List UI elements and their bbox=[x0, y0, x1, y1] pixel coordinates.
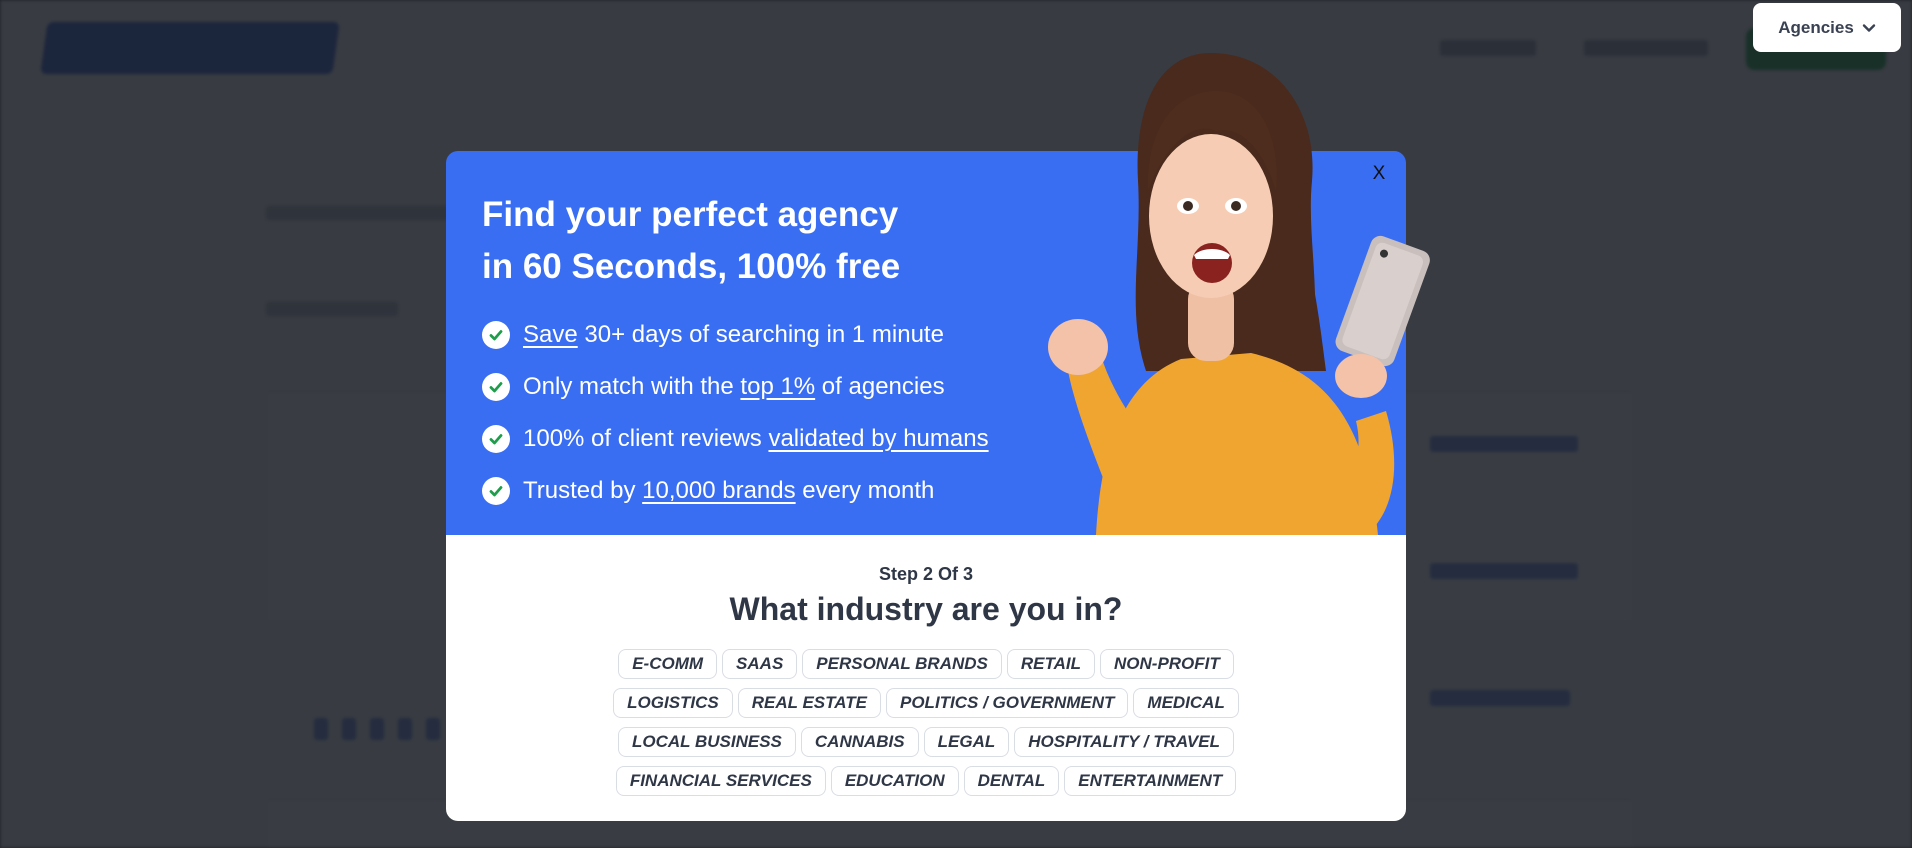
industry-option-real-estate[interactable]: REAL ESTATE bbox=[737, 688, 881, 718]
headline-line-1: Find your perfect agency bbox=[482, 195, 899, 234]
industry-option-non-profit[interactable]: NON-PROFIT bbox=[1100, 649, 1234, 679]
question-title: What industry are you in? bbox=[729, 591, 1123, 627]
industry-option-medical[interactable]: MEDICAL bbox=[1133, 688, 1239, 718]
industry-option-politics-government[interactable]: POLITICS / GOVERNMENT bbox=[886, 688, 1129, 718]
feature-item: 100% of client reviews validated by huma… bbox=[482, 413, 989, 465]
industry-option-education[interactable]: EDUCATION bbox=[830, 766, 959, 796]
industry-option-e-comm[interactable]: E-COMM bbox=[618, 649, 718, 679]
feature-item: Trusted by 10,000 brands every month bbox=[482, 465, 989, 517]
industry-option-cannabis[interactable]: CANNABIS bbox=[800, 727, 919, 757]
industry-option-legal[interactable]: LEGAL bbox=[923, 727, 1010, 757]
feature-text: Trusted by 10,000 brands every month bbox=[523, 477, 935, 504]
check-circle-icon bbox=[482, 477, 510, 505]
industry-option-hospitality-travel[interactable]: HOSPITALITY / TRAVEL bbox=[1014, 727, 1234, 757]
industry-option-logistics[interactable]: LOGISTICS bbox=[613, 688, 733, 718]
feature-text: 100% of client reviews validated by huma… bbox=[523, 425, 989, 452]
modal-hero: Find your perfect agency in 60 Seconds, … bbox=[446, 151, 1406, 535]
industry-options: E-COMM SAAS PERSONAL BRANDS RETAIL NON-P… bbox=[586, 649, 1266, 796]
agency-match-modal: Find your perfect agency in 60 Seconds, … bbox=[446, 53, 1430, 821]
step-indicator: Step 2 Of 3 bbox=[878, 564, 974, 584]
check-circle-icon bbox=[482, 373, 510, 401]
industry-option-financial-services[interactable]: FINANCIAL SERVICES bbox=[615, 766, 826, 796]
industry-row: FINANCIAL SERVICES EDUCATION DENTAL ENTE… bbox=[615, 766, 1237, 796]
industry-option-entertainment[interactable]: ENTERTAINMENT bbox=[1064, 766, 1237, 796]
feature-highlight: 10,000 brands bbox=[642, 477, 796, 504]
headline-line-2: in 60 Seconds, 100% free bbox=[482, 247, 901, 286]
close-button[interactable]: X bbox=[1366, 161, 1392, 187]
feature-highlight: validated by humans bbox=[768, 425, 989, 452]
industry-option-saas[interactable]: SAAS bbox=[722, 649, 798, 679]
feature-text: Save 30+ days of searching in 1 minute bbox=[523, 321, 944, 348]
agencies-menu-button[interactable]: Agencies bbox=[1753, 3, 1901, 52]
industry-option-retail[interactable]: RETAIL bbox=[1006, 649, 1095, 679]
industry-row: E-COMM SAAS PERSONAL BRANDS RETAIL NON-P… bbox=[618, 649, 1234, 679]
industry-row: LOGISTICS REAL ESTATE POLITICS / GOVERNM… bbox=[613, 688, 1239, 718]
feature-text: Only match with the top 1% of agencies bbox=[523, 373, 945, 400]
check-circle-icon bbox=[482, 321, 510, 349]
industry-row: LOCAL BUSINESS CANNABIS LEGAL HOSPITALIT… bbox=[618, 727, 1234, 757]
modal-headline: Find your perfect agency in 60 Seconds, … bbox=[482, 189, 1002, 293]
feature-highlight: top 1% bbox=[740, 373, 816, 400]
feature-highlight: Save bbox=[523, 321, 578, 348]
chevron-down-icon bbox=[1862, 23, 1875, 32]
industry-option-personal-brands[interactable]: PERSONAL BRANDS bbox=[802, 649, 1002, 679]
industry-option-dental[interactable]: DENTAL bbox=[963, 766, 1060, 796]
check-circle-icon bbox=[482, 425, 510, 453]
feature-list: Save 30+ days of searching in 1 minute O… bbox=[482, 309, 989, 517]
agencies-menu-label: Agencies bbox=[1778, 17, 1854, 37]
feature-item: Only match with the top 1% of agencies bbox=[482, 361, 989, 413]
feature-item: Save 30+ days of searching in 1 minute bbox=[482, 309, 989, 361]
industry-option-local-business[interactable]: LOCAL BUSINESS bbox=[618, 727, 796, 757]
